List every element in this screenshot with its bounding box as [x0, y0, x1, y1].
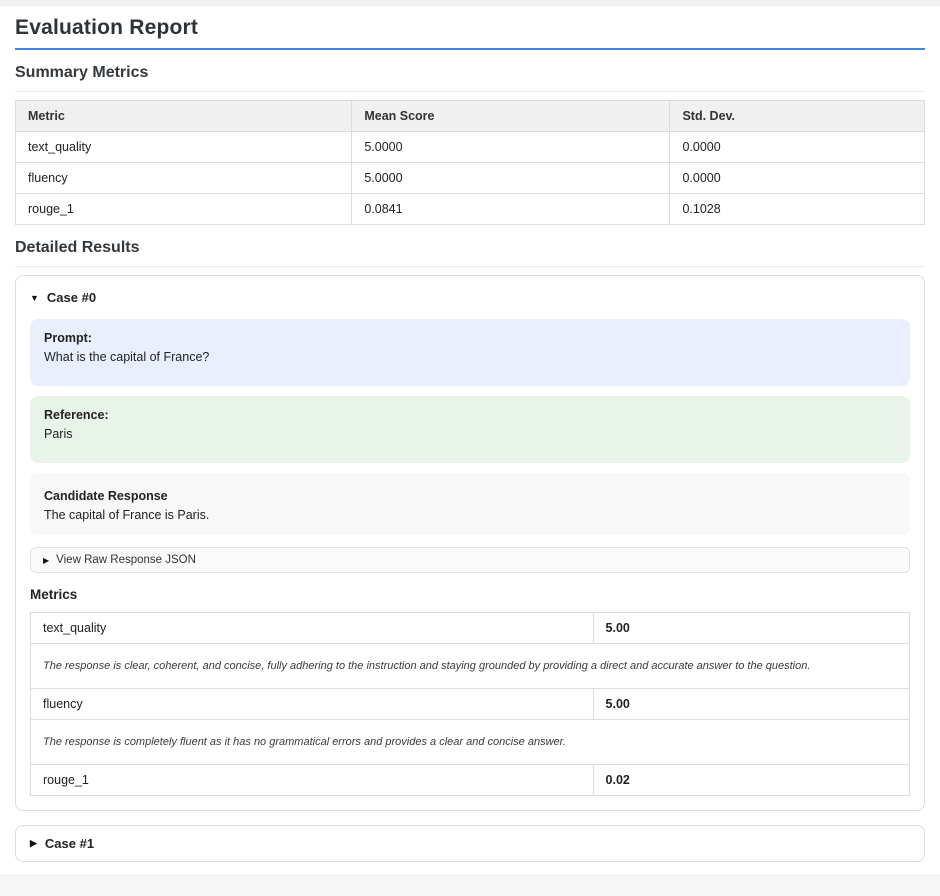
- report-container: Evaluation Report Summary Metrics Metric…: [0, 6, 940, 862]
- metric-name-cell: rouge_1: [31, 765, 594, 796]
- case-0-body: Prompt: What is the capital of France? R…: [30, 319, 910, 796]
- std-dev-cell: 0.0000: [670, 163, 925, 194]
- metric-name-cell: fluency: [31, 689, 594, 720]
- table-row: The response is clear, coherent, and con…: [31, 644, 910, 689]
- table-row: rouge_1 0.02: [31, 765, 910, 796]
- metric-explanation-cell: The response is clear, coherent, and con…: [31, 644, 910, 689]
- case-0-label: Case #0: [47, 290, 96, 305]
- prompt-label: Prompt:: [44, 331, 896, 345]
- metric-explanation-cell: The response is completely fluent as it …: [31, 720, 910, 765]
- detailed-results-heading: Detailed Results: [15, 239, 925, 267]
- bottom-page-band: [0, 875, 940, 896]
- case-metrics-table: text_quality 5.00 The response is clear,…: [30, 612, 910, 796]
- metric-name-cell: text_quality: [16, 132, 352, 163]
- case-1-label: Case #1: [45, 836, 94, 851]
- candidate-response-text: The capital of France is Paris.: [44, 508, 896, 522]
- metric-name-cell: rouge_1: [16, 194, 352, 225]
- mean-score-cell: 5.0000: [352, 163, 670, 194]
- summary-header-row: Metric Mean Score Std. Dev.: [16, 101, 925, 132]
- std-dev-cell: 0.1028: [670, 194, 925, 225]
- reference-box: Reference: Paris: [30, 396, 910, 463]
- summary-metrics-heading: Summary Metrics: [15, 64, 925, 92]
- expand-triangle-icon: ▶: [30, 838, 37, 849]
- table-row: rouge_1 0.0841 0.1028: [16, 194, 925, 225]
- view-raw-json-toggle[interactable]: ▶ View Raw Response JSON: [30, 547, 910, 573]
- metric-score-cell: 5.00: [593, 613, 909, 644]
- summary-col-mean: Mean Score: [352, 101, 670, 132]
- reference-text: Paris: [44, 427, 896, 441]
- candidate-response-label: Candidate Response: [44, 489, 896, 503]
- case-1-summary-toggle[interactable]: ▶ Case #1: [30, 836, 910, 851]
- page-title: Evaluation Report: [15, 16, 925, 50]
- reference-label: Reference:: [44, 408, 896, 422]
- expand-triangle-icon: ▶: [43, 556, 49, 565]
- table-row: text_quality 5.0000 0.0000: [16, 132, 925, 163]
- mean-score-cell: 5.0000: [352, 132, 670, 163]
- table-row: text_quality 5.00: [31, 613, 910, 644]
- metric-name-cell: text_quality: [31, 613, 594, 644]
- prompt-text: What is the capital of France?: [44, 350, 896, 364]
- metric-score-cell: 0.02: [593, 765, 909, 796]
- mean-score-cell: 0.0841: [352, 194, 670, 225]
- summary-col-metric: Metric: [16, 101, 352, 132]
- collapse-triangle-icon: ▼: [30, 293, 39, 303]
- case-card-1: ▶ Case #1: [15, 825, 925, 862]
- metric-score-cell: 5.00: [593, 689, 909, 720]
- prompt-box: Prompt: What is the capital of France?: [30, 319, 910, 386]
- case-0-summary-toggle[interactable]: ▼ Case #0: [30, 290, 910, 305]
- summary-col-std: Std. Dev.: [670, 101, 925, 132]
- std-dev-cell: 0.0000: [670, 132, 925, 163]
- case-card-0: ▼ Case #0 Prompt: What is the capital of…: [15, 275, 925, 811]
- case-metrics-heading: Metrics: [30, 587, 910, 602]
- table-row: fluency 5.0000 0.0000: [16, 163, 925, 194]
- metric-name-cell: fluency: [16, 163, 352, 194]
- candidate-response-box: Candidate Response The capital of France…: [30, 473, 910, 535]
- summary-metrics-table: Metric Mean Score Std. Dev. text_quality…: [15, 100, 925, 225]
- table-row: fluency 5.00: [31, 689, 910, 720]
- table-row: The response is completely fluent as it …: [31, 720, 910, 765]
- view-raw-json-label: View Raw Response JSON: [56, 554, 196, 566]
